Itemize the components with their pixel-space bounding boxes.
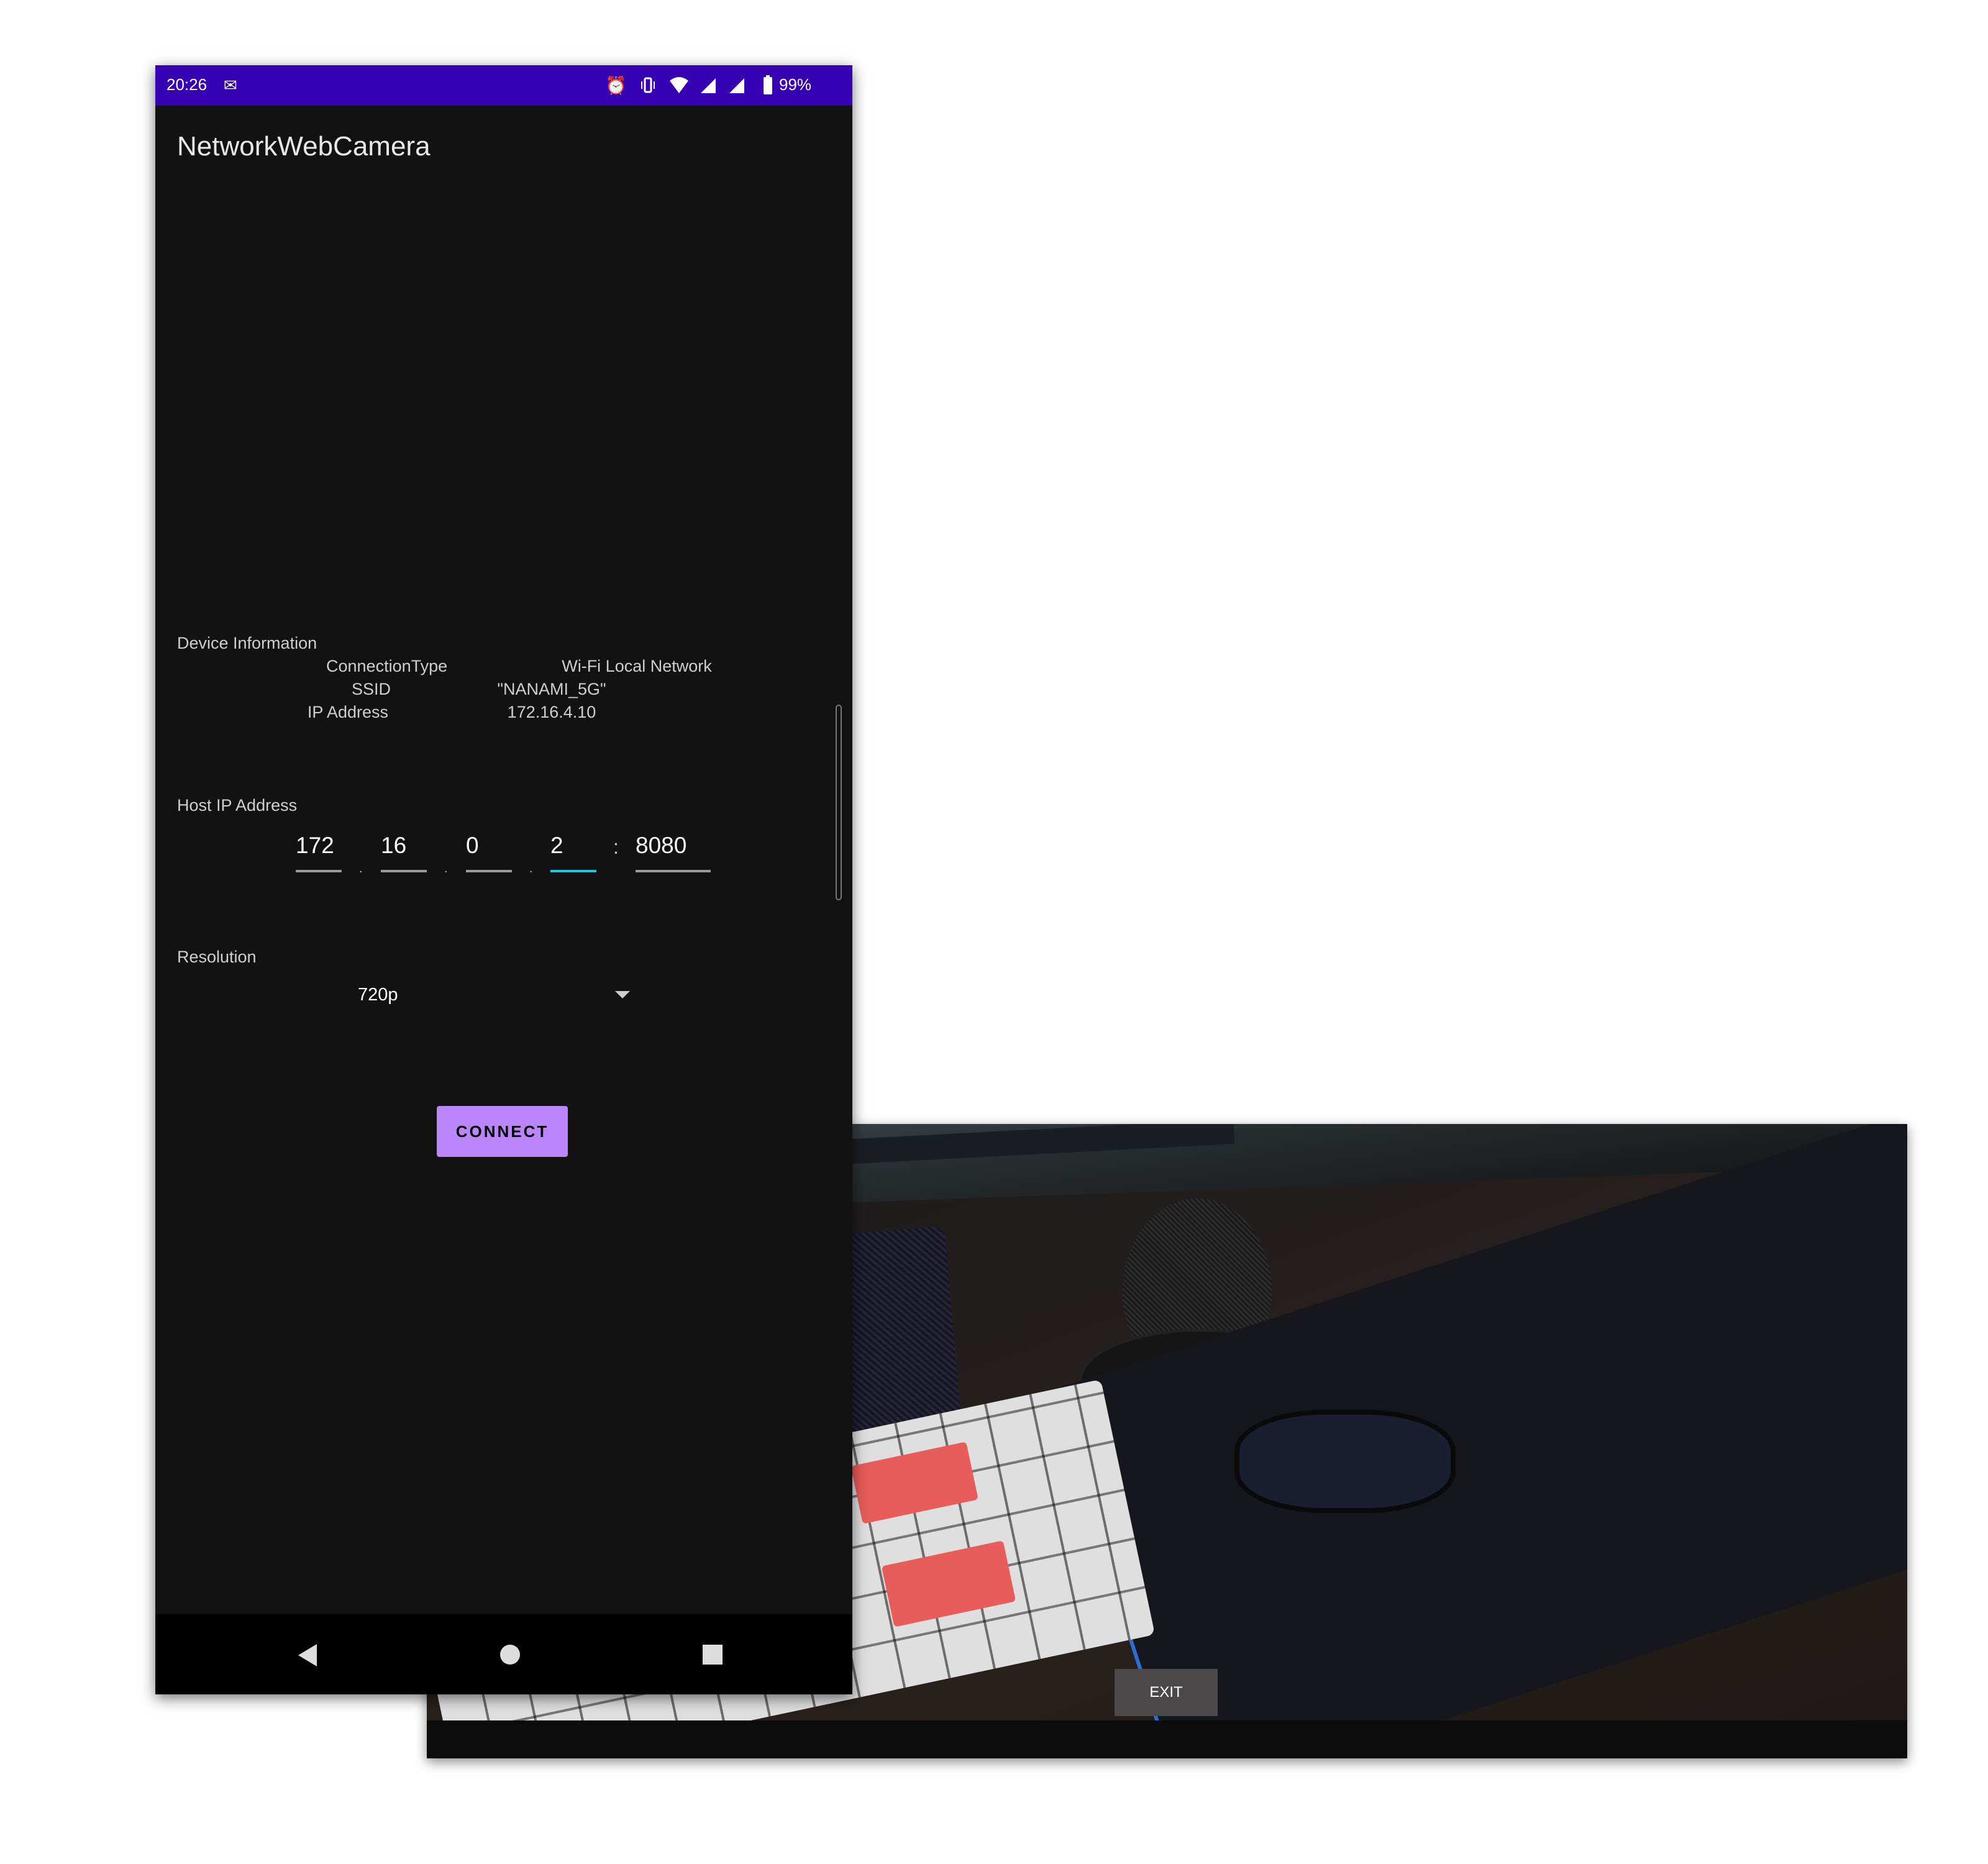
exit-button[interactable]: EXIT [1115,1669,1218,1716]
recents-icon[interactable] [703,1645,723,1665]
host-octet-3-input[interactable]: 0 [466,833,512,872]
resolution-heading: Resolution [177,948,257,966]
host-octet-1-input[interactable]: 172 [296,833,342,872]
vibrate-icon [639,74,657,96]
scrollbar[interactable] [836,705,842,900]
host-octet-2-input[interactable]: 16 [381,833,427,872]
connect-button[interactable]: CONNECT [437,1106,568,1157]
host-port-input[interactable]: 8080 [636,833,711,872]
host-ip-heading: Host IP Address [177,796,298,815]
phone-screen: 20:26 ✉ ⏰ 99% NetworkWebCamera Device In… [155,65,852,1694]
glasses [1234,1410,1456,1513]
signal-icon [728,74,747,96]
connection-type-value: Wi-Fi Local Network [562,657,712,675]
ssid-value: "NANAMI_5G" [497,680,606,698]
wifi-icon [668,74,690,96]
navigation-bar [155,1614,852,1694]
signal-icon [700,74,718,96]
status-time: 20:26 [166,75,207,94]
home-icon[interactable] [500,1645,520,1665]
app-title: NetworkWebCamera [177,131,431,162]
host-octet-4-input[interactable]: 2 [550,833,596,872]
port-separator: : [613,836,619,858]
resolution-selected: 720p [358,985,398,1005]
battery-icon [763,74,773,96]
chevron-down-icon [615,991,630,998]
ssid-label: SSID [351,680,391,698]
alarm-icon: ⏰ [605,75,627,95]
resolution-dropdown[interactable]: 720p [354,972,652,1016]
battery-percent: 99% [779,75,812,94]
back-icon[interactable] [298,1644,317,1666]
octet-separator: . [444,862,448,875]
ip-address-label: IP Address [307,703,388,721]
octet-separator: . [359,862,363,875]
outlook-icon: ✉ [224,75,237,94]
device-info-heading: Device Information [177,634,317,652]
status-bar: 20:26 ✉ ⏰ 99% [155,65,852,106]
octet-separator: . [529,862,533,875]
connection-type-label: ConnectionType [326,657,448,675]
ip-address-value: 172.16.4.10 [507,703,596,721]
